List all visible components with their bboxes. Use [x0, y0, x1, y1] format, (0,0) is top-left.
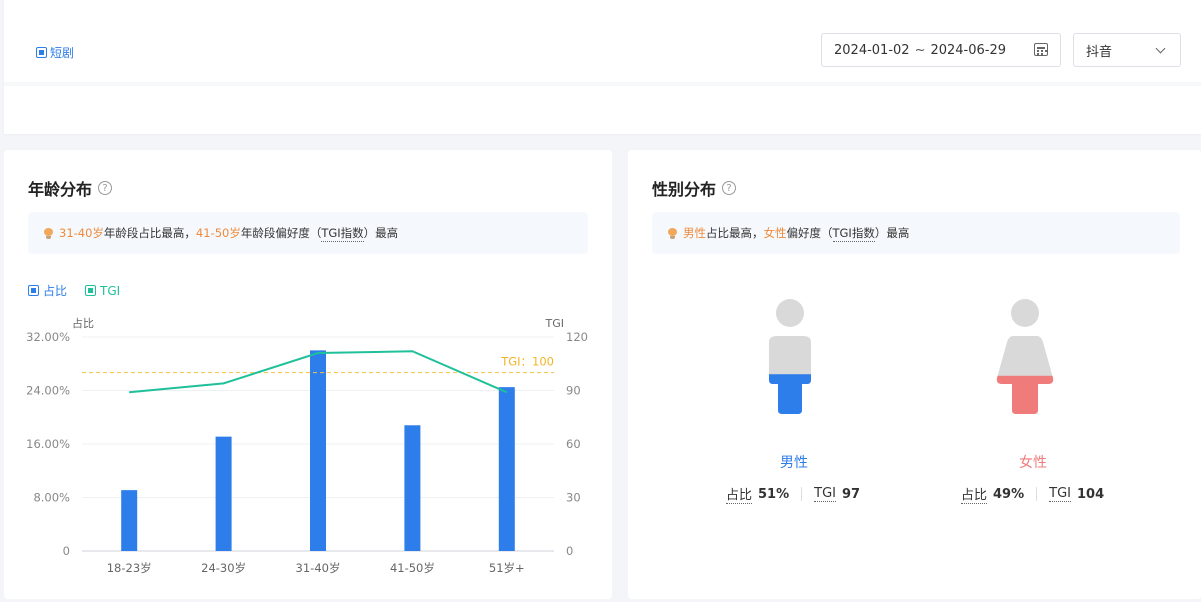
- platform-select[interactable]: 抖音: [1073, 33, 1181, 67]
- bar: [121, 490, 138, 551]
- y-tick-left: 16.00%: [26, 437, 70, 451]
- y-tick-right: 60: [566, 437, 581, 451]
- bar: [498, 387, 515, 551]
- y-tick-left: 0: [63, 544, 70, 558]
- male-label: 男性: [780, 455, 808, 471]
- female-stats: 占比 49% TGI 104: [961, 484, 1104, 504]
- x-tick: 51岁+: [489, 561, 525, 575]
- insight-highlight: 男性: [683, 226, 706, 240]
- date-separator: ~: [914, 42, 926, 58]
- y-tick-right: 0: [566, 544, 573, 558]
- y-tick-left: 24.00%: [26, 384, 70, 398]
- gender-title-text: 性别分布: [652, 180, 717, 199]
- checkbox-icon: [36, 47, 47, 58]
- female-label: 女性: [1019, 455, 1047, 471]
- insight-text: 偏好度（: [786, 226, 833, 240]
- tgi-reference-label: TGI：100: [500, 355, 554, 369]
- y-tick-right: 120: [566, 330, 588, 344]
- gender-distribution-card: 性别分布 ? 男性 占比最高， 女性 偏好度（ TGI指数 ）最高 男性 女性 …: [628, 150, 1201, 599]
- help-icon[interactable]: ?: [722, 181, 737, 195]
- filter-panel: 短剧 2024-01-02 ~ 2024-06-29 抖音: [4, 0, 1201, 134]
- gender-card-title: 性别分布 ?: [652, 176, 737, 200]
- male-figure-icon: [769, 299, 811, 414]
- divider: [4, 82, 1201, 86]
- male-stats: 占比 51% TGI 97: [726, 484, 860, 504]
- age-distribution-card: 年龄分布 ? 31-40岁 年龄段占比最高， 41-50岁 年龄段偏好度（ TG…: [4, 150, 612, 599]
- insight-text: ）最高: [874, 226, 910, 240]
- insight-highlight: 女性: [763, 226, 787, 240]
- x-tick: 31-40岁: [296, 561, 341, 575]
- y-tick-left: 32.00%: [26, 330, 70, 344]
- calendar-icon: [1034, 43, 1048, 56]
- divider: [801, 487, 803, 501]
- date-end: 2024-06-29: [930, 42, 1007, 58]
- female-tgi-value: 104: [1077, 486, 1105, 502]
- tgi-label[interactable]: TGI: [1049, 486, 1071, 502]
- y-tick-right: 90: [566, 384, 581, 398]
- gender-insight: 男性 占比最高， 女性 偏好度（ TGI指数 ）最高: [652, 212, 1180, 254]
- age-chart: 占比 TGI 0 0 8.00% 30 16.00% 60 24.00% 90 32.00% 120 1…: [26, 316, 588, 575]
- x-tick: 24-30岁: [201, 561, 246, 575]
- platform-value: 抖音: [1086, 44, 1113, 60]
- male-fill: [769, 374, 811, 414]
- insight-text: 占比最高，: [706, 226, 764, 240]
- date-range-picker[interactable]: 2024-01-02 ~ 2024-06-29: [821, 33, 1061, 67]
- y-axis-right-title: TGI: [545, 317, 565, 330]
- y-axis-left-title: 占比: [72, 316, 94, 330]
- insight-term[interactable]: TGI指数: [832, 225, 875, 242]
- tgi-label[interactable]: TGI: [814, 486, 836, 502]
- bar: [310, 350, 326, 551]
- y-tick-right: 30: [566, 491, 581, 505]
- bar: [215, 436, 232, 551]
- share-label[interactable]: 占比: [726, 484, 753, 504]
- tag-short-drama[interactable]: 短剧: [36, 44, 74, 61]
- y-tick-left: 8.00%: [33, 491, 70, 505]
- female-share-value: 49%: [993, 486, 1025, 502]
- male-tgi-value: 97: [842, 486, 861, 502]
- divider: [1036, 487, 1038, 501]
- lightbulb-icon: [668, 227, 677, 239]
- x-tick: 41-50岁: [390, 561, 435, 575]
- female-fill: [996, 375, 1054, 414]
- date-start: 2024-01-02: [834, 42, 910, 58]
- chevron-down-icon: [1155, 43, 1166, 54]
- tag-label: 短剧: [50, 46, 75, 60]
- bar: [404, 425, 421, 551]
- male-share-value: 51%: [758, 486, 790, 502]
- x-tick: 18-23岁: [107, 561, 152, 575]
- share-label[interactable]: 占比: [961, 484, 988, 504]
- female-figure-icon: [996, 299, 1054, 414]
